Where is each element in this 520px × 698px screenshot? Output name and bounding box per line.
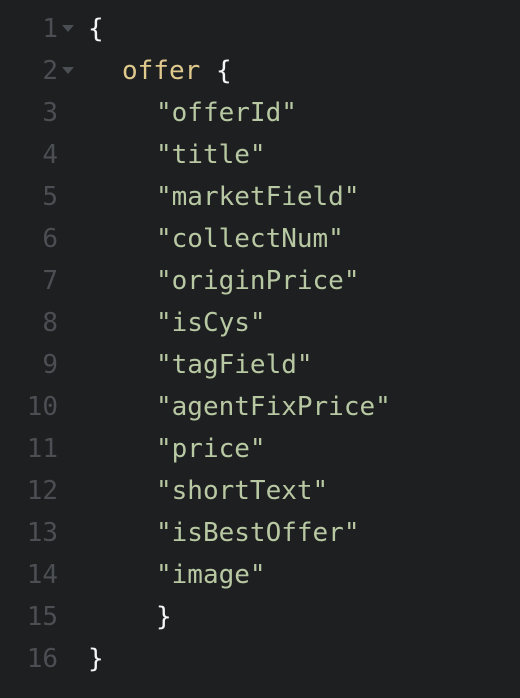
code-line[interactable]: 9 "tagField" bbox=[0, 344, 520, 386]
code-line[interactable]: 7 "originPrice" bbox=[0, 260, 520, 302]
line-number: 10 bbox=[26, 392, 58, 422]
code-text: "agentFixPrice" bbox=[156, 386, 391, 428]
line-number: 5 bbox=[42, 182, 58, 212]
code-text: "title" bbox=[156, 134, 266, 176]
string-literal: "agentFixPrice" bbox=[156, 392, 391, 422]
chevron-down-icon[interactable] bbox=[62, 67, 74, 74]
line-number: 8 bbox=[42, 308, 58, 338]
code-line[interactable]: 12 "shortText" bbox=[0, 470, 520, 512]
code-text: "marketField" bbox=[156, 176, 360, 218]
string-literal: "collectNum" bbox=[156, 224, 344, 254]
string-literal: "offerId" bbox=[156, 98, 297, 128]
code-text: "isCys" bbox=[156, 302, 266, 344]
string-literal: "isCys" bbox=[156, 308, 266, 338]
code-line[interactable]: 2 offer { bbox=[0, 50, 520, 92]
string-literal: "tagField" bbox=[156, 350, 313, 380]
code-line[interactable]: 6 "collectNum" bbox=[0, 218, 520, 260]
string-literal: "originPrice" bbox=[156, 266, 360, 296]
code-text: { bbox=[88, 8, 104, 50]
open-brace: { bbox=[215, 56, 232, 86]
object-key: offer bbox=[122, 56, 201, 86]
brace: { bbox=[88, 14, 104, 44]
line-number: 6 bbox=[42, 224, 58, 254]
string-literal: "image" bbox=[156, 560, 266, 590]
chevron-down-icon[interactable] bbox=[62, 25, 74, 32]
code-line[interactable]: 1{ bbox=[0, 8, 520, 50]
code-text: "tagField" bbox=[156, 344, 313, 386]
code-text: } bbox=[88, 638, 104, 680]
code-editor[interactable]: 1{2 offer {3 "offerId" 4 "title" 5 "marketFiel… bbox=[0, 0, 520, 698]
code-text: "collectNum" bbox=[156, 218, 344, 260]
brace: } bbox=[156, 602, 172, 632]
code-text: "originPrice" bbox=[156, 260, 360, 302]
code-text: "image" bbox=[156, 554, 266, 596]
string-literal: "title" bbox=[156, 140, 266, 170]
line-number: 9 bbox=[42, 350, 58, 380]
code-line[interactable]: 10 "agentFixPrice" bbox=[0, 386, 520, 428]
line-number: 2 bbox=[42, 56, 58, 86]
code-line[interactable]: 3 "offerId" bbox=[0, 92, 520, 134]
line-number: 11 bbox=[26, 434, 58, 464]
string-literal: "shortText" bbox=[156, 476, 329, 506]
code-text: offer { bbox=[122, 50, 232, 92]
code-line[interactable]: 15} bbox=[0, 596, 520, 638]
line-number: 12 bbox=[26, 476, 58, 506]
string-literal: "price" bbox=[156, 434, 266, 464]
line-number: 14 bbox=[26, 560, 58, 590]
code-line[interactable]: 16} bbox=[0, 638, 520, 680]
code-line[interactable]: 4 "title" bbox=[0, 134, 520, 176]
line-number: 16 bbox=[26, 644, 58, 674]
code-text: "price" bbox=[156, 428, 266, 470]
string-literal: "isBestOffer" bbox=[156, 518, 360, 548]
string-literal: "marketField" bbox=[156, 182, 360, 212]
code-line[interactable]: 13 "isBestOffer" bbox=[0, 512, 520, 554]
code-line[interactable]: 14 "image" bbox=[0, 554, 520, 596]
code-text: } bbox=[156, 596, 172, 638]
code-line[interactable]: 11 "price" bbox=[0, 428, 520, 470]
line-number: 7 bbox=[42, 266, 58, 296]
code-text: "isBestOffer" bbox=[156, 512, 360, 554]
line-number: 3 bbox=[42, 98, 58, 128]
brace: } bbox=[88, 644, 104, 674]
line-number: 13 bbox=[26, 518, 58, 548]
code-line[interactable]: 5 "marketField" bbox=[0, 176, 520, 218]
code-text: "offerId" bbox=[156, 92, 297, 134]
code-line[interactable]: 8 "isCys" bbox=[0, 302, 520, 344]
line-number: 15 bbox=[26, 602, 58, 632]
line-number: 1 bbox=[42, 14, 58, 44]
code-text: "shortText" bbox=[156, 470, 328, 512]
line-number: 4 bbox=[42, 140, 58, 170]
